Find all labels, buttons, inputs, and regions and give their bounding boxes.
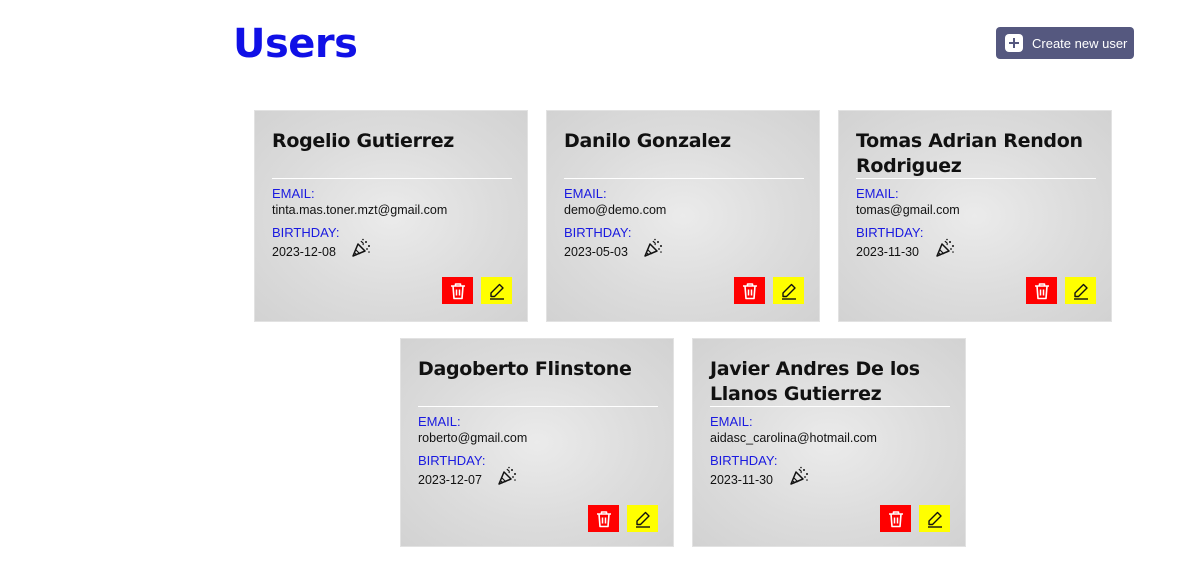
card-divider [564,178,804,179]
user-name: Javier Andres De los Llanos Gutierrez [710,358,920,405]
email-label: EMAIL: [856,186,899,201]
birthday-label: BIRTHDAY: [272,225,340,240]
email-label: EMAIL: [418,414,461,429]
user-name: Danilo Gonzalez [564,130,731,152]
page-title: Users [233,21,358,67]
users-page: Users Create new user Rogelio Gutierrez … [0,0,1179,573]
delete-user-button[interactable] [588,505,619,532]
create-new-user-label: Create new user [1032,35,1128,51]
delete-user-button[interactable] [1026,277,1057,304]
trash-icon [1034,282,1049,299]
user-card: Tomas Adrian Rendon Rodriguez EMAIL: tom… [838,110,1112,322]
delete-user-button[interactable] [734,277,765,304]
card-divider [272,178,512,179]
edit-user-button[interactable] [627,505,658,532]
user-card: Rogelio Gutierrez EMAIL: tinta.mas.toner… [254,110,528,322]
edit-user-button[interactable] [481,277,512,304]
party-popper-icon [790,466,808,485]
email-value: aidasc_carolina@hotmail.com [710,431,877,445]
birthday-label: BIRTHDAY: [710,453,778,468]
card-divider [856,178,1096,179]
email-value: roberto@gmail.com [418,431,528,445]
card-divider [710,406,950,407]
party-popper-icon [352,238,370,257]
user-name: Dagoberto Flinstone [418,358,632,380]
trash-icon [596,510,611,527]
birthday-label: BIRTHDAY: [564,225,632,240]
create-new-user-button[interactable]: Create new user [996,27,1134,59]
user-card: Danilo Gonzalez EMAIL: demo@demo.com BIR… [546,110,820,322]
birthday-value: 2023-11-30 [856,245,920,259]
delete-user-button[interactable] [880,505,911,532]
pencil-icon [489,283,504,300]
edit-user-button[interactable] [1065,277,1096,304]
email-label: EMAIL: [710,414,753,429]
card-divider [418,406,658,407]
birthday-value: 2023-11-30 [710,473,774,487]
edit-user-button[interactable] [773,277,804,304]
email-label: EMAIL: [272,186,315,201]
plus-square-icon [1005,34,1023,52]
user-name: Rogelio Gutierrez [272,130,455,152]
email-label: EMAIL: [564,186,607,201]
email-value: tinta.mas.toner.mzt@gmail.com [272,203,448,217]
pencil-icon [635,511,650,528]
birthday-label: BIRTHDAY: [418,453,486,468]
birthday-label: BIRTHDAY: [856,225,924,240]
birthday-value: 2023-12-07 [418,473,482,487]
email-value: tomas@gmail.com [856,203,960,217]
party-popper-icon [936,238,954,257]
birthday-value: 2023-12-08 [272,245,336,259]
pencil-icon [927,511,942,528]
user-name: Tomas Adrian Rendon Rodriguez [856,130,1083,177]
user-card: Dagoberto Flinstone EMAIL: roberto@gmail… [400,338,674,547]
party-popper-icon [644,238,662,257]
user-card: Javier Andres De los Llanos Gutierrez EM… [692,338,966,547]
pencil-icon [781,283,796,300]
birthday-value: 2023-05-03 [564,245,628,259]
trash-icon [888,510,903,527]
delete-user-button[interactable] [442,277,473,304]
party-popper-icon [498,466,516,485]
trash-icon [450,282,465,299]
edit-user-button[interactable] [919,505,950,532]
trash-icon [742,282,757,299]
email-value: demo@demo.com [564,203,667,217]
pencil-icon [1073,283,1088,300]
